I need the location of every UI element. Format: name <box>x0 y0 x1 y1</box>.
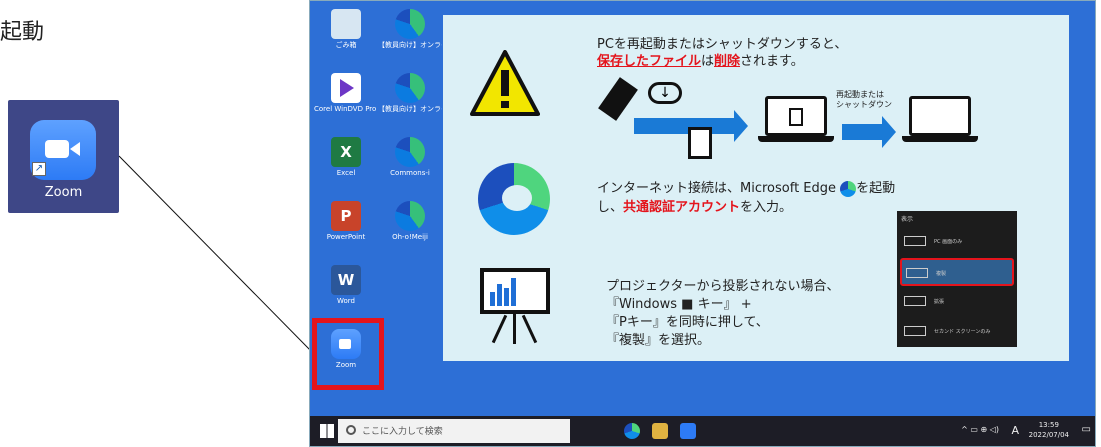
desktop-icon-label: Corel WinDVD Pro 12 <box>314 105 378 113</box>
notice-line-2: 保存したファイルは削除されます。 <box>597 53 804 70</box>
auth-account-text: 共通認証アカウント <box>623 200 741 215</box>
desktop-icon-label: 【教員向け】オンライン授業Q&A <box>378 41 442 49</box>
system-tray-icons[interactable]: ^ ▭ ⊕ ◁) <box>961 425 999 434</box>
monitor-icon <box>904 326 926 336</box>
desktop-icon-label: Commons-i <box>390 169 430 177</box>
restart-caption: 再起動または シャットダウン <box>836 90 892 110</box>
clock-date: 2022/07/04 <box>1028 431 1069 439</box>
desktop-icon-word[interactable]: W Word <box>314 263 378 325</box>
desktop-icon-commons[interactable]: Commons-i <box>378 135 442 197</box>
edge-icon <box>395 201 425 231</box>
internet-text-b: を起動 <box>856 181 896 196</box>
restart-caption-1: 再起動または <box>836 90 884 99</box>
restart-caption-2: シャットダウン <box>836 100 892 109</box>
taskbar-search-box[interactable]: ここに入力して検索 <box>338 419 570 443</box>
projection-option-pc-only[interactable]: PC 画面のみ <box>900 228 1014 256</box>
edge-inline-icon <box>840 180 857 197</box>
clock-time: 13:59 <box>1038 421 1059 429</box>
excel-icon: X <box>331 137 361 167</box>
projector-screen-icon <box>480 268 550 348</box>
zoom-callout-icon: ↗ Zoom <box>8 100 119 213</box>
projector-line-2: 『Windows ■ キー』 + <box>606 297 752 312</box>
desktop-icon-excel[interactable]: X Excel <box>314 135 378 197</box>
internet-line-1: インターネット接続は、Microsoft Edge を起動 <box>597 180 895 197</box>
laptop-icon <box>758 96 834 148</box>
laptop-empty-icon <box>902 96 978 148</box>
internet-text-a: インターネット接続は、Microsoft Edge <box>597 181 841 196</box>
taskbar: ここに入力して検索 ^ ▭ ⊕ ◁) A 13:59 2022/07/04 ▭ <box>310 416 1095 446</box>
search-placeholder: ここに入力して検索 <box>362 427 443 437</box>
desktop-icon-label: Excel <box>336 169 356 177</box>
projector-line-1: プロジェクターから投影されない場合、 <box>606 279 840 294</box>
saved-files-text: 保存したファイル <box>597 54 702 69</box>
document-icon <box>688 127 712 159</box>
desktop-icon-edge-support[interactable]: 【教員向け】オンライン授業サポート <box>378 71 442 133</box>
zoom-highlight-box <box>312 318 384 390</box>
desktop-icon-label: Oh-o!Meiji <box>392 233 428 241</box>
windows-start-icon[interactable] <box>320 424 334 438</box>
ime-indicator[interactable]: A <box>1011 424 1019 437</box>
edge-icon <box>395 137 425 167</box>
powerpoint-icon: P <box>331 201 361 231</box>
screenshot-root: 起動 ↗ Zoom ごみ箱 【教員向け】オンライン授業Q&A Corel Win… <box>0 0 1101 447</box>
flow-arrow-icon <box>634 110 748 142</box>
desktop-icon-label: 【教員向け】オンライン授業サポート <box>378 105 442 113</box>
edge-logo-icon <box>478 163 550 235</box>
dialog-title: 表示 <box>901 216 914 223</box>
taskbar-edge-icon[interactable] <box>624 423 640 439</box>
warning-icon <box>470 50 540 116</box>
windvd-icon <box>331 73 361 103</box>
desktop-icon-recycle-bin[interactable]: ごみ箱 <box>314 7 378 69</box>
option-label: 拡張 <box>934 299 945 305</box>
restart-arrow-icon <box>842 116 896 148</box>
internet-text-c: し、 <box>597 200 624 215</box>
edge-icon <box>395 73 425 103</box>
taskbar-zoom-icon[interactable] <box>680 423 696 439</box>
recycle-bin-icon <box>331 9 361 39</box>
search-icon <box>346 425 356 435</box>
projector-line-4: 『複製』を選択。 <box>606 333 711 348</box>
desktop-icon-powerpoint[interactable]: P PowerPoint <box>314 199 378 261</box>
internet-text-d: を入力。 <box>740 200 793 215</box>
taskbar-clock[interactable]: 13:59 2022/07/04 <box>1029 420 1069 440</box>
camera-lens-icon <box>70 142 80 156</box>
monitor-icon <box>904 296 926 306</box>
notice-line-1: PCを再起動またはシャットダウンすると、 <box>597 37 848 52</box>
option-label: PC 画面のみ <box>934 239 963 245</box>
shortcut-arrow-icon: ↗ <box>32 162 46 176</box>
option-label: 複製 <box>936 271 947 277</box>
option-label: セカンド スクリーンのみ <box>934 329 991 335</box>
deleted-text: 削除 <box>714 54 741 69</box>
cloud-download-icon: ↓ <box>648 82 682 104</box>
notice-particle: は <box>701 54 715 69</box>
monitor-icon <box>904 236 926 246</box>
desktop-icon-edge-qa[interactable]: 【教員向け】オンライン授業Q&A <box>378 7 442 69</box>
page-heading: 起動 <box>0 20 45 45</box>
taskbar-explorer-icon[interactable] <box>652 423 668 439</box>
projector-line-3: 『Pキー』を同時に押して、 <box>606 315 769 330</box>
monitor-icon <box>906 268 928 278</box>
zoom-callout-label: Zoom <box>44 185 83 200</box>
internet-line-2: し、共通認証アカウントを入力。 <box>597 199 792 216</box>
camera-icon <box>45 140 69 158</box>
notification-icon[interactable]: ▭ <box>1082 424 1091 435</box>
desktop-icon-windvd[interactable]: Corel WinDVD Pro 12 <box>314 71 378 133</box>
notice-ending: されます。 <box>740 54 804 69</box>
desktop-icon-label: ごみ箱 <box>335 41 357 49</box>
projection-option-second-only[interactable]: セカンド スクリーンのみ <box>900 318 1014 346</box>
projection-mode-dialog: 表示 PC 画面のみ 複製 拡張 セカンド スクリーンのみ <box>897 211 1017 347</box>
projection-option-extend[interactable]: 拡張 <box>900 288 1014 316</box>
edge-icon <box>395 9 425 39</box>
desktop-icon-label: Word <box>337 297 355 305</box>
desktop-icon-oh-o-meiji[interactable]: Oh-o!Meiji <box>378 199 442 261</box>
projection-option-duplicate[interactable]: 複製 <box>900 258 1014 286</box>
desktop-icon-label: PowerPoint <box>326 233 366 241</box>
word-icon: W <box>331 265 361 295</box>
